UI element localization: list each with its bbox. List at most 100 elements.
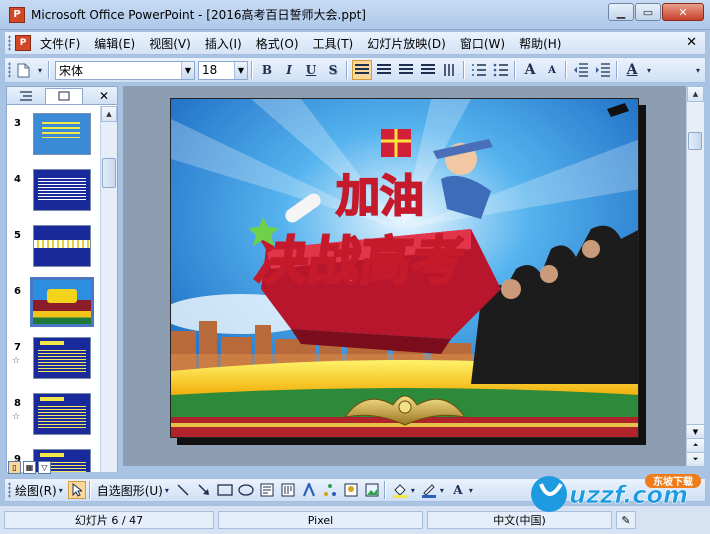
slide-number: 4	[14, 174, 21, 185]
slide-thumbnail[interactable]	[33, 225, 91, 267]
bullets-button[interactable]	[491, 60, 511, 80]
vertical-text-box-icon[interactable]	[279, 481, 297, 499]
italic-button[interactable]: I	[279, 60, 299, 80]
font-size-select[interactable]: 18 ▼	[198, 60, 248, 80]
slide-thumbnail[interactable]	[33, 393, 91, 435]
distributed-align-button[interactable]	[418, 60, 438, 80]
toolbar-grip-icon[interactable]	[8, 35, 11, 51]
previous-slide-icon[interactable]: ⏶	[687, 438, 704, 452]
vertical-text-button[interactable]	[440, 60, 460, 80]
draw-menu-button[interactable]: 绘图(R)	[15, 482, 57, 499]
scroll-up-icon[interactable]: ▲	[687, 86, 704, 102]
current-slide[interactable]: 加油 决战高考	[170, 98, 639, 438]
toolbar-options-icon[interactable]: ▾	[693, 60, 703, 80]
decrease-font-size-button[interactable]: A	[542, 60, 562, 80]
outdent-icon	[574, 63, 588, 77]
rectangle-icon[interactable]	[216, 481, 234, 499]
align-center-button[interactable]	[374, 60, 394, 80]
increase-indent-button[interactable]	[593, 60, 613, 80]
menu-tools[interactable]: 工具(T)	[308, 33, 359, 54]
scroll-thumb[interactable]	[688, 132, 702, 150]
panel-tabs: ✕	[7, 87, 117, 105]
slide-thumbnail[interactable]	[33, 169, 91, 211]
numbering-button[interactable]	[469, 60, 489, 80]
autoshapes-button[interactable]: 自选图形(U)	[97, 482, 163, 499]
menu-format[interactable]: 格式(O)	[251, 33, 304, 54]
fill-color-dropdown-icon[interactable]: ▾	[409, 481, 417, 499]
align-right-button[interactable]	[396, 60, 416, 80]
line-color-dropdown-icon[interactable]: ▾	[438, 481, 446, 499]
font-name-select[interactable]: 宋体 ▼	[55, 60, 195, 80]
increase-font-size-button[interactable]: A	[520, 60, 540, 80]
menu-view[interactable]: 视图(V)	[144, 33, 196, 54]
tab-slides[interactable]	[45, 87, 83, 104]
window-controls: ▁ ▭ ✕	[608, 3, 704, 21]
bold-button[interactable]: B	[257, 60, 277, 80]
minimize-button[interactable]: ▁	[608, 3, 634, 21]
wordart-icon[interactable]	[300, 481, 318, 499]
line-icon[interactable]	[174, 481, 192, 499]
slide-thumbnail-list: 3 4 5 6 7 ☆ 8 ☆ 9	[7, 106, 101, 472]
menu-file[interactable]: 文件(F)	[35, 33, 85, 54]
close-document-icon[interactable]: ✕	[686, 35, 697, 50]
close-panel-icon[interactable]: ✕	[99, 89, 109, 103]
decrease-indent-button[interactable]	[571, 60, 591, 80]
restore-button[interactable]: ▭	[635, 3, 661, 21]
slide-thumbnail-row[interactable]: 3	[7, 113, 101, 161]
autoshapes-dropdown-icon[interactable]: ▾	[163, 481, 171, 499]
uzzf-logo: uzzf.com 东坡下载	[531, 474, 701, 512]
toolbar-separator	[565, 61, 566, 79]
diagram-icon[interactable]	[321, 481, 339, 499]
font-color-icon[interactable]: A	[449, 481, 467, 499]
slide-thumbnail[interactable]	[33, 113, 91, 155]
select-objects-icon[interactable]	[67, 481, 86, 499]
slide-thumbnail-row[interactable]: 7 ☆	[7, 337, 101, 385]
document-icon[interactable]: P	[15, 35, 31, 51]
draw-dropdown-icon[interactable]: ▾	[57, 481, 65, 499]
font-color-button[interactable]: A	[622, 60, 642, 80]
font-color-dropdown-icon[interactable]: ▾	[644, 60, 654, 80]
new-dropdown-icon[interactable]: ▾	[35, 60, 45, 80]
oval-icon[interactable]	[237, 481, 255, 499]
slideshow-view-icon[interactable]: ▽	[38, 461, 51, 474]
powerpoint-app-icon[interactable]: P	[9, 6, 25, 23]
menu-window[interactable]: 窗口(W)	[455, 33, 510, 54]
shadow-button[interactable]: S	[323, 60, 343, 80]
slide-thumbnail[interactable]	[33, 337, 91, 379]
slide-scrollbar[interactable]: ▲ ▼ ⏶ ⏷	[686, 86, 704, 466]
underline-button[interactable]: U	[301, 60, 321, 80]
thumbnail-scrollbar[interactable]: ▲	[100, 106, 117, 472]
menu-help[interactable]: 帮助(H)	[514, 33, 566, 54]
align-center-icon	[377, 64, 391, 76]
toolbar-grip-icon[interactable]	[8, 482, 11, 498]
align-left-button[interactable]	[352, 60, 372, 80]
text-box-icon[interactable]	[258, 481, 276, 499]
font-color-dropdown-icon[interactable]: ▾	[467, 481, 475, 499]
clip-art-icon[interactable]	[342, 481, 360, 499]
scroll-up-icon[interactable]: ▲	[101, 106, 117, 122]
chevron-down-icon[interactable]: ▼	[181, 61, 194, 79]
chevron-down-icon[interactable]: ▼	[234, 61, 247, 79]
normal-view-icon[interactable]: ▯	[8, 461, 21, 474]
new-document-icon[interactable]	[13, 60, 33, 80]
scroll-down-icon[interactable]: ▼	[687, 424, 704, 438]
menu-insert[interactable]: 插入(I)	[200, 33, 247, 54]
scroll-bottom-controls: ▼ ⏶ ⏷	[687, 424, 704, 466]
slide-thumbnail-row[interactable]: 8 ☆	[7, 393, 101, 441]
scroll-thumb[interactable]	[102, 158, 116, 188]
menu-edit[interactable]: 编辑(E)	[89, 33, 140, 54]
fill-color-icon[interactable]	[391, 481, 409, 499]
slide-thumbnail-row[interactable]: 5	[7, 225, 101, 273]
slide-thumbnail-row[interactable]: 4	[7, 169, 101, 217]
tab-outline[interactable]	[7, 88, 45, 104]
line-color-icon[interactable]	[420, 481, 438, 499]
insert-picture-icon[interactable]	[363, 481, 381, 499]
slide-thumbnail-row[interactable]: 6	[7, 277, 101, 329]
close-window-button[interactable]: ✕	[662, 3, 704, 21]
next-slide-icon[interactable]: ⏷	[687, 452, 704, 466]
toolbar-grip-icon[interactable]	[8, 62, 11, 78]
arrow-icon[interactable]	[195, 481, 213, 499]
slide-sorter-view-icon[interactable]: ▦	[23, 461, 36, 474]
slide-thumbnail[interactable]	[30, 277, 94, 327]
menu-slideshow[interactable]: 幻灯片放映(D)	[362, 33, 451, 54]
